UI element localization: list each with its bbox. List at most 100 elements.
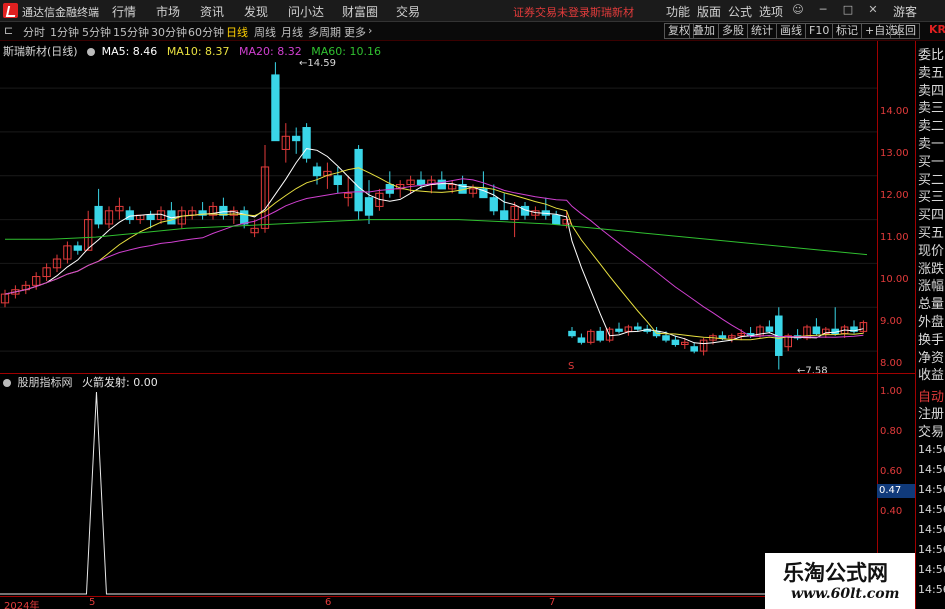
side-quote-label: 卖三: [918, 101, 945, 117]
x-label-month: 6: [325, 597, 332, 608]
side-quote-label: 现价: [918, 243, 945, 259]
period-collapse-icon[interactable]: ⊏: [4, 24, 13, 37]
y-tick-main: 13.00: [880, 148, 909, 159]
user-label[interactable]: 游客: [893, 3, 917, 20]
y-tick-sub: 1.00: [880, 386, 903, 397]
y-tick-main: 14.00: [880, 106, 909, 117]
side-quote-label: 买五: [918, 226, 945, 241]
ma10-line: [4, 167, 864, 341]
side-time: 14:56: [918, 523, 945, 536]
period-multi[interactable]: 多周期: [308, 24, 341, 40]
ma5-line: [4, 148, 864, 345]
menu-item-news[interactable]: 资讯: [200, 3, 224, 20]
candle: [552, 214, 561, 225]
side-quote-label: 卖二: [918, 119, 945, 135]
x-label-month: 7: [549, 597, 556, 608]
candle: [271, 74, 280, 142]
side-quote-label: 买一: [918, 154, 945, 170]
tool-stats[interactable]: 统计: [747, 23, 777, 39]
main-chart-panel[interactable]: 斯瑞新材(日线) MA5: 8.46 MA10: 8.37 MA20: 8.32…: [0, 41, 877, 373]
menu-item-wealth[interactable]: 财富圈: [342, 3, 378, 20]
app-logo-icon: [3, 3, 18, 18]
side-tag-trade[interactable]: 交易: [918, 421, 944, 440]
y-tick-sub: 0.60: [880, 466, 903, 477]
y-tick-main: 9.00: [880, 316, 903, 327]
menu-layout[interactable]: 版面: [697, 3, 721, 20]
side-time: 14:56: [918, 563, 945, 576]
candle: [354, 148, 363, 212]
quote-side-panel[interactable]: 委比 卖五 卖四 卖三 卖二 卖一 买一 买二 买三 买四 买五 现价 涨跌 涨幅 总量 外盘 换手 净资 收益 自…: [916, 41, 945, 609]
period-5min[interactable]: 5分钟: [82, 24, 111, 40]
side-quote-label: 收益: [918, 368, 945, 384]
tool-multi-stock[interactable]: 多股: [718, 23, 748, 39]
maximize-icon[interactable]: □: [840, 3, 856, 17]
rocket-signal-line: [0, 391, 877, 595]
candle: [489, 197, 498, 212]
period-tick[interactable]: 分时: [23, 24, 45, 40]
candle: [94, 205, 103, 225]
menu-options[interactable]: 选项: [759, 3, 783, 20]
side-time: 14:56: [918, 443, 945, 456]
candlestick-chart[interactable]: ←14.59 ←7.58 S: [0, 41, 877, 373]
y-tick-main: 10.00: [880, 274, 909, 285]
candle: [634, 326, 642, 330]
candle: [662, 335, 670, 341]
y-tick-main: 12.00: [880, 190, 909, 201]
tool-f10[interactable]: F10: [805, 23, 834, 39]
menu-formula[interactable]: 公式: [728, 3, 752, 20]
tool-draw[interactable]: 画线: [776, 23, 806, 39]
menu-item-trade[interactable]: 交易: [396, 3, 420, 20]
tool-overlay[interactable]: 叠加: [689, 23, 719, 39]
high-label: ←14.59: [299, 58, 336, 69]
tool-back[interactable]: 返回: [890, 23, 920, 39]
tool-kr[interactable]: KR: [926, 23, 945, 39]
candle: [812, 326, 821, 335]
indicator-panel[interactable]: 股朋指标网 火箭发射: 0.00: [0, 374, 877, 596]
skin-icon[interactable]: ☺: [790, 3, 806, 17]
y-tick-main: 11.00: [880, 232, 909, 243]
period-15min[interactable]: 15分钟: [113, 24, 149, 40]
period-weekly[interactable]: 周线: [254, 24, 276, 40]
side-quote-label: 卖五: [918, 65, 945, 81]
candle: [146, 214, 155, 221]
candle: [765, 326, 774, 332]
candle: [125, 210, 134, 221]
period-1min[interactable]: 1分钟: [50, 24, 79, 40]
menu-item-discover[interactable]: 发现: [244, 3, 268, 20]
candle: [302, 127, 311, 159]
menu-function[interactable]: 功能: [666, 3, 690, 20]
candle: [577, 337, 586, 343]
candle: [596, 330, 604, 341]
period-30min[interactable]: 30分钟: [151, 24, 187, 40]
period-daily[interactable]: 日线: [226, 24, 248, 40]
signal-marker: S: [568, 361, 574, 372]
candle: [718, 335, 727, 339]
candle: [333, 175, 342, 186]
period-more-chevron-icon[interactable]: ›: [368, 24, 372, 37]
side-quote-label: 卖四: [918, 83, 945, 99]
side-tag-register[interactable]: 注册: [918, 403, 944, 422]
menu-item-exchange[interactable]: 市场: [156, 3, 180, 20]
period-60min[interactable]: 60分钟: [188, 24, 224, 40]
axis-border: [877, 41, 878, 596]
minimize-icon[interactable]: ─: [815, 3, 831, 17]
y-tick-sub: 0.40: [880, 506, 903, 517]
candle: [240, 210, 249, 225]
close-icon[interactable]: ✕: [865, 3, 881, 17]
watermark-title: 乐淘公式网: [783, 560, 888, 585]
candle: [312, 166, 322, 177]
menu-item-assistant[interactable]: 问小达: [288, 3, 324, 20]
period-monthly[interactable]: 月线: [281, 24, 303, 40]
login-notice[interactable]: 证券交易未登录: [513, 4, 590, 20]
tool-mark[interactable]: 标记: [832, 23, 862, 39]
candle: [219, 205, 228, 216]
side-time: 14:56: [918, 583, 945, 596]
period-more[interactable]: 更多: [344, 24, 366, 40]
y-tick-sub: 0.80: [880, 426, 903, 437]
indicator-chart[interactable]: [0, 374, 877, 596]
candle: [568, 330, 576, 337]
menu-item-market[interactable]: 行情: [112, 3, 136, 20]
side-quote-label: 涨幅: [918, 279, 945, 295]
candle: [437, 179, 446, 190]
side-quote-label: 总量: [918, 297, 945, 313]
